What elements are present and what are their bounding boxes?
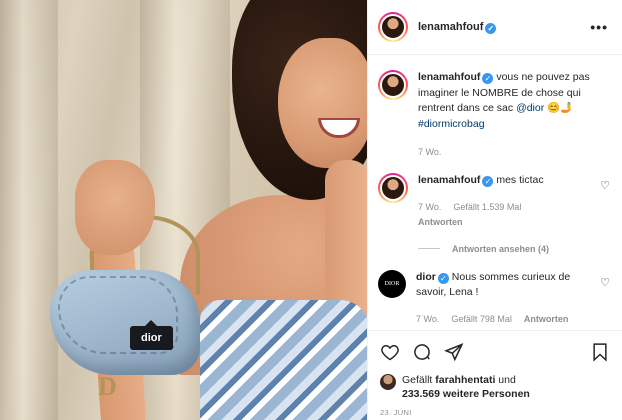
photo-face <box>278 38 367 168</box>
caption-body: lenamahfouf ✓ vous ne pouvez pas imaginer… <box>418 70 610 159</box>
replies-divider <box>418 248 440 250</box>
comment-likes[interactable]: Gefällt 798 Mal <box>451 313 512 326</box>
caption-mention[interactable]: @dior <box>516 102 544 114</box>
caption-hashtag[interactable]: #diormicrobag <box>418 118 485 130</box>
view-replies-button[interactable]: Antworten ansehen (4) <box>418 244 610 254</box>
verified-icon: ✓ <box>482 176 494 188</box>
comment-avatar[interactable] <box>378 173 408 204</box>
comment-time[interactable]: 7 Wo. <box>416 313 439 326</box>
view-replies-label: Antworten ansehen (4) <box>452 243 550 254</box>
caption-emoji: 😊🤳 <box>547 102 574 115</box>
share-icon[interactable] <box>444 342 464 362</box>
reply-button[interactable]: Antworten <box>524 313 569 326</box>
verified-icon: ✓ <box>437 272 449 284</box>
comment-likes[interactable]: Gefällt 1.539 Mal <box>453 201 521 214</box>
caption-time[interactable]: 7 Wo. <box>418 146 441 159</box>
photo-hand <box>75 160 155 255</box>
caption: lenamahfouf ✓ vous ne pouvez pas imaginer… <box>378 70 610 159</box>
comment: DIOR dior ✓ Nous sommes curieux de savoir… <box>378 269 610 326</box>
likes-and: und <box>498 374 516 386</box>
comment-time[interactable]: 7 Wo. <box>418 201 441 214</box>
author-username-row: lenamahfouf ✓ <box>418 21 497 34</box>
comment-like-heart-icon[interactable]: ♡ <box>600 276 610 289</box>
comments-section[interactable]: lenamahfouf ✓ vous ne pouvez pas imaginer… <box>368 56 622 329</box>
more-options-icon[interactable]: ••• <box>590 19 608 35</box>
likes-text: Gefällt farahhentati und 233.569 weitere… <box>402 373 530 401</box>
dior-avatar-logo: DIOR <box>384 280 400 287</box>
reply-button[interactable]: Antworten <box>418 216 463 229</box>
like-heart-icon[interactable] <box>380 342 400 362</box>
product-tag[interactable]: dior <box>130 320 173 350</box>
comment-text: mes tictac <box>496 174 544 187</box>
dior-avatar[interactable]: DIOR <box>378 269 406 298</box>
bookmark-icon[interactable] <box>590 342 610 362</box>
comment-body: lenamahfouf ✓ mes tictac 7 Wo. Gefällt 1.… <box>418 173 610 229</box>
post-photo[interactable]: D dior <box>0 0 367 420</box>
author-username[interactable]: lenamahfouf <box>418 21 483 33</box>
verified-icon: ✓ <box>485 22 497 34</box>
verified-icon: ✓ <box>482 73 494 84</box>
liker-avatar[interactable] <box>380 374 396 390</box>
likes-summary: Gefällt farahhentati und 233.569 weitere… <box>380 373 610 401</box>
comment-meta-row2: Antworten <box>418 216 594 229</box>
comment-username[interactable]: lenamahfouf <box>418 174 480 186</box>
photo-dress <box>200 300 367 420</box>
author-avatar[interactable] <box>378 12 408 42</box>
post-footer: Gefällt farahhentati und 233.569 weitere… <box>368 330 622 420</box>
comment-like-heart-icon[interactable]: ♡ <box>600 179 610 192</box>
bag-d-charm: D <box>98 372 117 401</box>
caption-avatar[interactable] <box>378 70 408 100</box>
comment-username[interactable]: dior <box>416 271 436 283</box>
comment-meta: 7 Wo. Gefällt 1.539 Mal <box>418 201 594 214</box>
likes-prefix: Gefällt <box>402 374 433 386</box>
comment-icon[interactable] <box>412 342 432 362</box>
likes-count[interactable]: 233.569 weitere Personen <box>402 388 530 400</box>
instagram-post: D dior lenamahfouf ✓ ••• lenamahfouf ✓ vou… <box>0 0 622 420</box>
post-side-panel: lenamahfouf ✓ ••• lenamahfouf ✓ vous ne po… <box>367 0 622 420</box>
caption-username[interactable]: lenamahfouf <box>418 71 480 83</box>
background-pillar <box>0 0 58 420</box>
comment-body: dior ✓ Nous sommes curieux de savoir, Len… <box>416 270 610 326</box>
liker-username[interactable]: farahhentati <box>435 374 495 386</box>
post-header: lenamahfouf ✓ ••• <box>368 0 622 55</box>
post-date[interactable]: 23. JUNI <box>380 408 610 417</box>
caption-meta: 7 Wo. <box>418 146 594 159</box>
action-bar <box>380 337 610 367</box>
comment-meta: 7 Wo. Gefällt 798 Mal Antworten <box>416 313 594 326</box>
comment: lenamahfouf ✓ mes tictac 7 Wo. Gefällt 1.… <box>378 173 610 229</box>
